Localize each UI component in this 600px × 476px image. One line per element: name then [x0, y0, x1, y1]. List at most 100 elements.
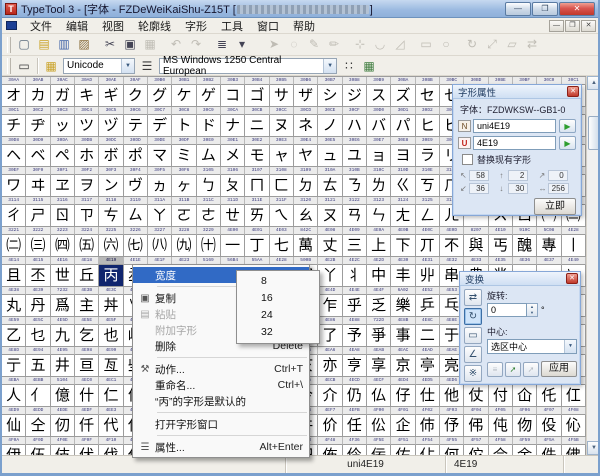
vertical-scrollbar[interactable]: ▲ ▼ [586, 76, 600, 455]
glyph-cell[interactable]: ム [197, 145, 221, 167]
glyph-cell[interactable]: ズ [391, 85, 415, 107]
cell-size-icon[interactable]: ∷ [339, 57, 359, 75]
glyph-cell[interactable]: 他 [440, 385, 464, 407]
context-menu-item-动作[interactable]: ⚒动作...Ctrl+T [133, 361, 309, 377]
glyph-cell[interactable]: 伂 [416, 415, 440, 437]
glyph-cell[interactable]: ハ [343, 115, 367, 137]
glyph-cell[interactable]: 醜 [513, 235, 537, 257]
glyph-cell[interactable]: サ [270, 85, 294, 107]
glyph-cell[interactable]: 乒 [416, 295, 440, 317]
glyph-cell[interactable]: 佈 [318, 445, 342, 455]
palette-title-bar[interactable]: 变换 ✕ [460, 272, 580, 286]
glyph-cell[interactable]: ㈡ [2, 235, 26, 257]
glyph-cell[interactable]: 主 [75, 295, 99, 317]
glyph-cell[interactable]: ト [172, 115, 196, 137]
menu-工具[interactable]: 工具 [214, 20, 250, 34]
glyph-cell[interactable]: ヲ [75, 175, 99, 197]
glyph-cell[interactable]: 任 [343, 415, 367, 437]
glyph-cell[interactable]: 什 [75, 385, 99, 407]
glyph-cell[interactable]: 介 [318, 385, 342, 407]
glyph-cell[interactable]: 上 [367, 235, 391, 257]
glyph-cell[interactable]: ド [197, 115, 221, 137]
context-menu-item-属性[interactable]: ☰属性...Alt+Enter [133, 439, 309, 455]
chevron-down-icon[interactable]: ▼ [564, 340, 576, 353]
glyph-cell[interactable]: 代 [99, 415, 123, 437]
glyph-cell[interactable]: ㈢ [26, 235, 50, 257]
glyph-cell[interactable]: セ [416, 85, 440, 107]
glyph-cell[interactable]: ㈣ [51, 235, 75, 257]
menu-文件[interactable]: 文件 [23, 20, 59, 34]
glyph-cell[interactable]: 何 [440, 445, 464, 455]
close-icon[interactable]: ✕ [567, 86, 579, 97]
glyph-cell[interactable]: 丱 [416, 265, 440, 287]
print-options-arrow[interactable]: ▾ [232, 35, 252, 53]
glyph-table-icon[interactable]: ▦ [359, 57, 379, 75]
glyph-cell[interactable]: ヰ [26, 175, 50, 197]
glyph-cell[interactable]: 二 [416, 325, 440, 347]
glyph-cell[interactable]: 余 [513, 445, 537, 455]
glyph-cell[interactable]: 仗 [464, 385, 488, 407]
glyph-cell[interactable]: ヤ [294, 145, 318, 167]
glyph-cell[interactable]: 仞 [51, 415, 75, 437]
glyph-cell[interactable]: 了 [318, 325, 342, 347]
glyph-cell[interactable]: チ [2, 115, 26, 137]
glyph-cell[interactable]: ㄍ [391, 175, 415, 197]
slant-tool-icon[interactable]: ∠ [464, 346, 482, 363]
glyph-cell[interactable]: 中 [367, 265, 391, 287]
glyph-cell[interactable]: 井 [51, 355, 75, 377]
glyph-cell[interactable]: 且 [2, 265, 26, 287]
glyph-cell[interactable]: 仟 [75, 415, 99, 437]
new-button[interactable]: ▢ [14, 35, 34, 53]
mdi-close-button[interactable]: ✕ [581, 20, 596, 32]
scroll-down-arrow[interactable]: ▼ [587, 441, 600, 455]
glyph-cell[interactable]: 事 [391, 325, 415, 347]
glyph-cell[interactable]: ナ [221, 115, 245, 137]
glyph-cell[interactable]: ㄙ [124, 205, 148, 227]
glyph-cell[interactable]: 仍 [343, 385, 367, 407]
copy-button[interactable]: ▣ [120, 35, 140, 53]
glyph-cell[interactable]: 伶 [343, 445, 367, 455]
glyph-cell[interactable]: 仕 [416, 385, 440, 407]
replace-glyph-checkbox[interactable] [462, 154, 473, 165]
glyph-cell[interactable]: 與 [464, 235, 488, 257]
menu-视图[interactable]: 视图 [95, 20, 131, 34]
glyph-cell[interactable]: ヵ [148, 175, 172, 197]
glyph-cell[interactable]: 億 [51, 385, 75, 407]
glyph-cell[interactable]: ポ [124, 145, 148, 167]
glyph-cell[interactable]: 伆 [513, 415, 537, 437]
glyph-cell[interactable]: ㄖ [51, 205, 75, 227]
glyph-cell[interactable]: 乍 [318, 295, 342, 317]
glyph-cell[interactable]: 世 [51, 265, 75, 287]
glyph-cell[interactable]: バ [367, 115, 391, 137]
glyph-cell[interactable]: 乙 [2, 325, 26, 347]
glyph-cell[interactable]: ㄞ [245, 205, 269, 227]
apply-now-button[interactable]: 立即 [534, 198, 576, 215]
glyph-cell[interactable]: 亨 [343, 355, 367, 377]
glyph-cell[interactable]: 佚 [537, 445, 561, 455]
glyph-cell[interactable]: 九 [51, 325, 75, 347]
glyph-cell[interactable]: ㄇ [245, 175, 269, 197]
glyph-cell[interactable]: 伎 [51, 445, 75, 455]
glyph-cell[interactable]: グ [148, 85, 172, 107]
glyph-cell[interactable]: コ [221, 85, 245, 107]
glyph-cell[interactable]: デ [148, 115, 172, 137]
glyph-cell[interactable]: ヴ [124, 175, 148, 197]
glyph-cell[interactable]: 仛 [537, 385, 561, 407]
glyph-cell[interactable]: 企 [391, 415, 415, 437]
glyph-cell[interactable]: 爭 [367, 325, 391, 347]
glyph-cell[interactable]: ㄋ [343, 175, 367, 197]
glyph-cell[interactable]: ラ [416, 145, 440, 167]
glyph-cell[interactable]: 七 [270, 235, 294, 257]
special-tool-icon[interactable]: ※ [464, 365, 482, 382]
print-button[interactable]: ≣ [212, 35, 232, 53]
glyph-cell[interactable]: ミ [172, 145, 196, 167]
glyph-cell[interactable]: 伈 [562, 415, 586, 437]
glyph-cell[interactable]: 佘 [489, 445, 513, 455]
glyph-cell[interactable]: ネ [294, 115, 318, 137]
glyph-cell[interactable]: 价 [318, 415, 342, 437]
menu-轮廓线[interactable]: 轮廓线 [131, 20, 178, 34]
toolbar-grip[interactable] [7, 37, 11, 53]
glyph-cell[interactable]: ㄢ [343, 205, 367, 227]
glyph-cell[interactable]: 伀 [367, 415, 391, 437]
glyph-cell[interactable]: 也 [99, 325, 123, 347]
